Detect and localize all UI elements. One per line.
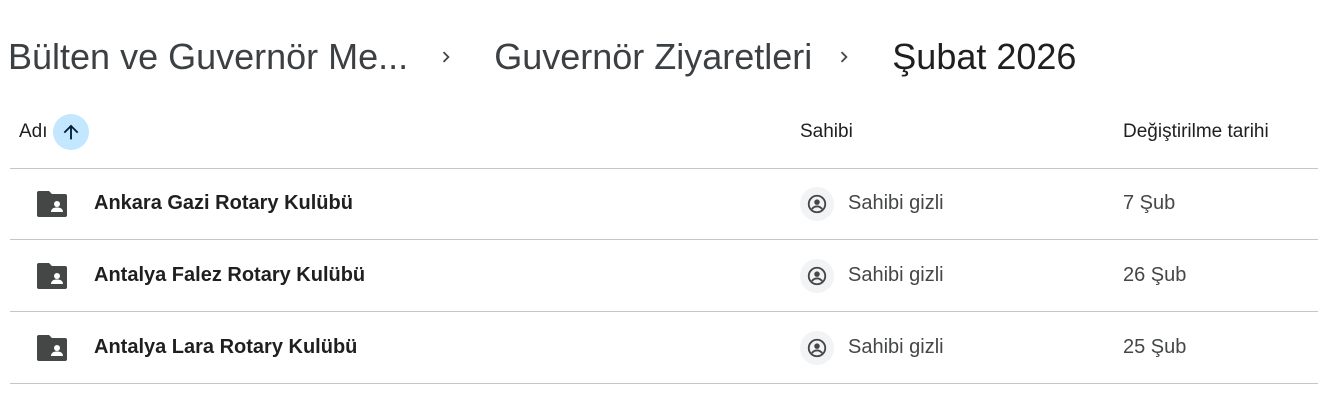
sort-direction-button[interactable] [52,114,89,150]
column-header-name-label: Adı [19,121,48,142]
table-row[interactable]: Ankara Gazi Rotary Kulübü Sahibi gizli 7… [10,168,1318,240]
table-row[interactable]: Antalya Falez Rotary Kulübü Sahibi gizli… [10,240,1318,312]
breadcrumb: Bülten ve Guvernör Me... Guvernör Ziyare… [8,32,1076,82]
shared-folder-icon [36,334,68,362]
column-header-modified-label: Değiştirilme tarihi [1123,121,1269,142]
chevron-right-icon [434,45,458,69]
column-header-name[interactable]: Adı [19,112,89,152]
owner-cell: Sahibi gizli [800,312,944,383]
avatar [800,330,834,365]
file-name: Antalya Falez Rotary Kulübü [94,264,366,286]
avatar [800,186,834,221]
column-header-modified[interactable]: Değiştirilme tarihi [1123,112,1269,152]
modified-date: 26 Şub [1123,264,1187,286]
table-row[interactable]: Antalya Lara Rotary Kulübü Sahibi gizli … [10,312,1318,384]
account-circle-icon [807,266,827,285]
avatar [800,258,834,293]
breadcrumb-item-current[interactable]: Şubat 2026 [892,32,1076,82]
file-name: Antalya Lara Rotary Kulübü [94,336,358,358]
modified-date: 7 Şub [1123,192,1176,214]
owner-cell: Sahibi gizli [800,240,944,311]
owner-cell: Sahibi gizli [800,168,944,239]
table-header: Adı Sahibi Değiştirilme tarihi [10,112,1318,169]
modified-date: 25 Şub [1123,336,1187,358]
owner-label: Sahibi gizli [848,264,944,286]
file-list: Ankara Gazi Rotary Kulübü Sahibi gizli 7… [10,168,1318,384]
drive-folder-view: Bülten ve Guvernör Me... Guvernör Ziyare… [0,0,1318,409]
chevron-right-icon [832,45,856,69]
breadcrumb-item-parent[interactable]: Bülten ve Guvernör Me... [8,32,408,82]
account-circle-icon [807,194,827,213]
column-header-owner-label: Sahibi [800,121,853,142]
arrow-up-icon [63,124,78,140]
shared-folder-icon [36,262,68,290]
account-circle-icon [807,338,827,357]
owner-label: Sahibi gizli [848,192,944,214]
column-header-owner[interactable]: Sahibi [800,112,853,152]
shared-folder-icon [36,190,68,218]
breadcrumb-item-guvernor-ziyaretleri[interactable]: Guvernör Ziyaretleri [494,32,812,82]
file-name: Ankara Gazi Rotary Kulübü [94,192,353,214]
owner-label: Sahibi gizli [848,336,944,358]
